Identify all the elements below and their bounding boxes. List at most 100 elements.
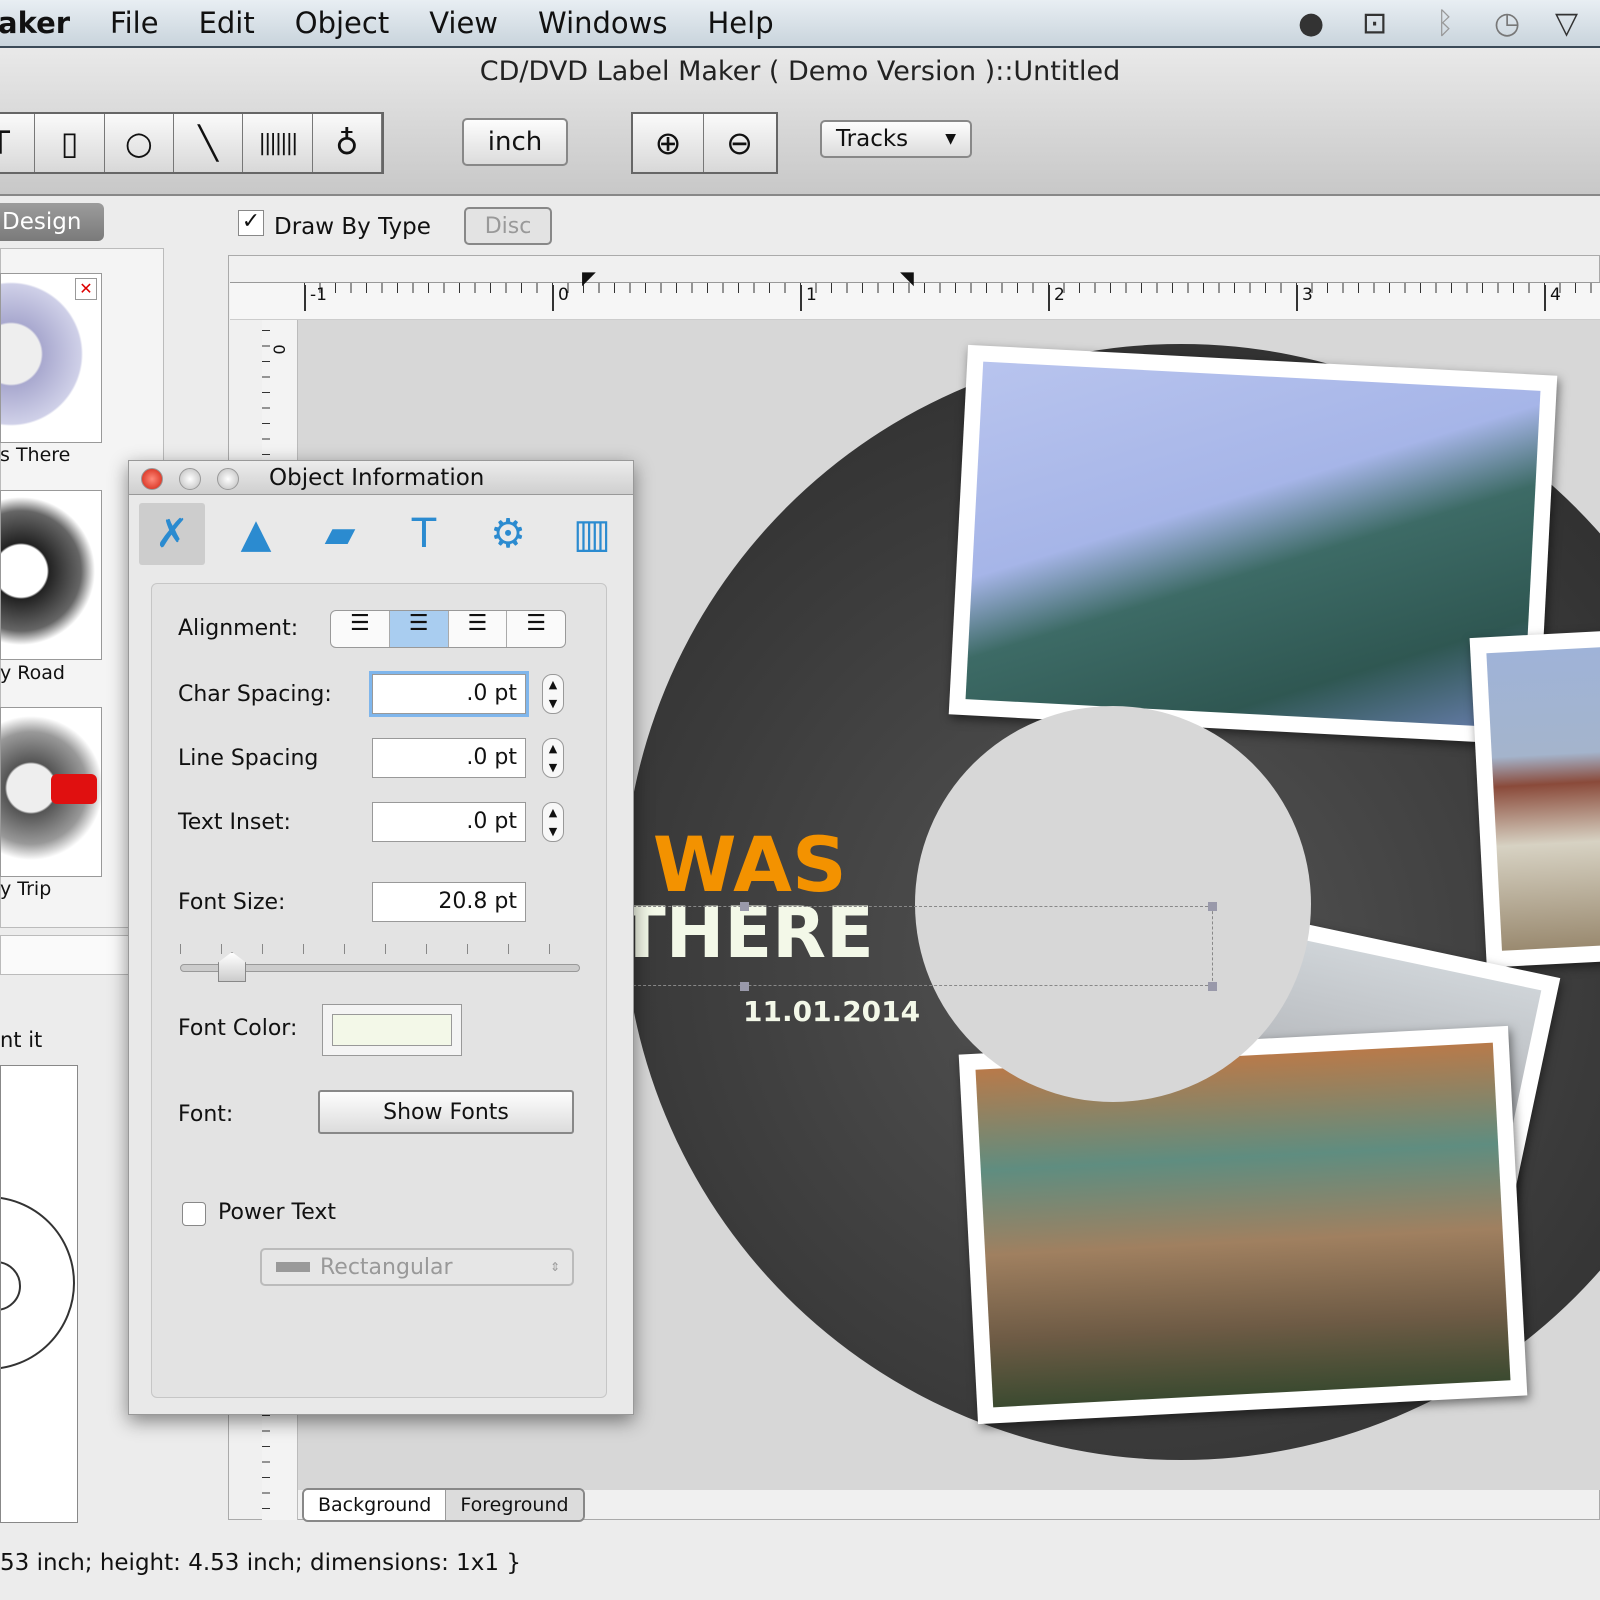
power-text-label: Power Text [218, 1200, 337, 1225]
facetime-camera-icon[interactable]: ⊡ [1362, 6, 1387, 41]
object-information-panel: Object Information ✗ ▲ ▰ T ⚙ ▥ Alignment… [128, 460, 634, 1415]
font-size-label: Font Size: [178, 890, 286, 915]
menu-file[interactable]: File [110, 6, 159, 40]
line-spacing-label: Line Spacing [178, 746, 319, 771]
text-inset-input[interactable]: .0 pt [372, 802, 526, 842]
menu-edit[interactable]: Edit [199, 6, 255, 40]
rectangle-tool-icon[interactable]: ▯ [35, 114, 105, 172]
unit-button[interactable]: inch [462, 118, 568, 166]
line-tool-icon[interactable]: ╲ [174, 114, 244, 172]
ruler-label: -1 [304, 285, 327, 311]
label-line1[interactable]: I WAS [598, 827, 847, 903]
menu-bar: aker File Edit Object View Windows Help [0, 0, 1600, 48]
tab-background[interactable]: Background [304, 1490, 446, 1520]
ruler-label: 2 [1048, 285, 1065, 311]
template-badge [51, 774, 97, 804]
panel-titlebar[interactable]: Object Information [129, 461, 633, 495]
window-title: CD/DVD Label Maker ( Demo Version )::Unt… [479, 56, 1121, 87]
bluetooth-icon[interactable]: ᛒ [1436, 6, 1454, 41]
text-tool-icon[interactable]: T [0, 114, 36, 172]
disc-preview [0, 1065, 78, 1523]
draw-by-type-label: Draw By Type [274, 214, 431, 240]
menu-app[interactable]: aker [0, 6, 70, 40]
status-bar: 53 inch; height: 4.53 inch; dimensions: … [0, 1550, 521, 1576]
chevron-down-icon: ▼ [945, 131, 956, 147]
font-size-input[interactable]: 20.8 pt [372, 882, 526, 922]
shape-preview-icon [276, 1262, 310, 1272]
align-center-icon[interactable]: ☰ [389, 611, 449, 647]
font-color-well[interactable] [322, 1004, 462, 1056]
margin-marker-left[interactable]: ◤ [582, 268, 596, 289]
line-spacing-stepper[interactable]: ▲ ▼ [542, 738, 564, 778]
properties-box: Alignment: ☰ ☰ ☰ ☰ Char Spacing: .0 pt ▲… [151, 583, 607, 1398]
menu-help[interactable]: Help [707, 6, 773, 40]
line-spacing-input[interactable]: .0 pt [372, 738, 526, 778]
draw-by-type-checkbox[interactable]: ✓ [238, 210, 264, 236]
char-spacing-stepper[interactable]: ▲ ▼ [542, 674, 564, 714]
text-properties-icon[interactable]: ✗ [139, 503, 205, 565]
show-fonts-button[interactable]: Show Fonts [318, 1090, 574, 1134]
template-label: y Road [0, 662, 65, 684]
qq-penguin-icon[interactable]: ● [1298, 6, 1324, 41]
menu-view[interactable]: View [429, 6, 498, 40]
close-icon[interactable]: ✕ [75, 278, 97, 300]
template-thumbnail[interactable]: ✕ [0, 273, 102, 443]
time-machine-icon[interactable]: ◷ [1494, 6, 1520, 41]
resize-handle[interactable] [1208, 902, 1217, 911]
font-size-slider-thumb[interactable] [218, 952, 246, 982]
chevron-updown-icon: ⇕ [549, 1260, 560, 1274]
font-color-swatch [332, 1014, 452, 1046]
disc-button[interactable]: Disc [464, 207, 552, 245]
align-justify-icon[interactable]: ☰ [507, 611, 565, 647]
drawing-tools: T ▯ ○ ╲ ||||||| ♁ [0, 112, 384, 174]
label-date[interactable]: 11.01.2014 [743, 995, 920, 1028]
tracks-label: Tracks [836, 126, 909, 152]
image-tool-icon[interactable]: ♁ [313, 114, 382, 172]
resize-handle[interactable] [740, 982, 749, 991]
tab-design[interactable]: Design [0, 203, 104, 241]
photo-parliament[interactable] [1469, 622, 1600, 968]
zoom-out-icon[interactable]: ⊖ [704, 114, 775, 172]
template-thumbnail[interactable] [0, 490, 102, 660]
text-inset-stepper[interactable]: ▲ ▼ [542, 802, 564, 842]
disc-hole [915, 706, 1311, 1102]
menu-windows[interactable]: Windows [538, 6, 667, 40]
alignment-label: Alignment: [178, 616, 299, 641]
shape-properties-icon[interactable]: ▲ [223, 503, 289, 565]
tab-foreground[interactable]: Foreground [445, 1490, 583, 1520]
minimize-button[interactable] [179, 468, 201, 490]
ruler-label: 0 [552, 285, 569, 311]
wifi-icon[interactable]: ▽ [1555, 6, 1578, 41]
align-right-icon[interactable]: ☰ [449, 611, 508, 647]
image-properties-icon[interactable]: ▰ [307, 503, 373, 565]
resize-handle[interactable] [740, 902, 749, 911]
char-spacing-input[interactable]: .0 pt [372, 674, 526, 714]
photo-statue[interactable] [948, 344, 1558, 746]
menu-object[interactable]: Object [295, 6, 389, 40]
template-thumbnail[interactable] [0, 707, 102, 877]
tracks-dropdown[interactable]: Tracks ▼ [820, 120, 972, 158]
slider-ticks [180, 944, 580, 954]
zoom-in-icon[interactable]: ⊕ [633, 114, 704, 172]
close-button[interactable] [141, 468, 163, 490]
text-inset-label: Text Inset: [178, 810, 291, 835]
template-label: s There [0, 444, 71, 466]
resize-handle[interactable] [1208, 982, 1217, 991]
power-text-checkbox[interactable] [182, 1202, 206, 1226]
ruler-label: 3 [1296, 285, 1313, 311]
align-left-icon[interactable]: ☰ [331, 611, 390, 647]
barcode-tool-icon[interactable]: ||||||| [243, 114, 313, 172]
horizontal-ruler[interactable]: -1 0 1 2 3 4 [230, 282, 1600, 320]
ruler-label: 1 [800, 285, 817, 311]
ellipse-tool-icon[interactable]: ○ [105, 114, 174, 172]
arrange-properties-icon[interactable]: ⚙ [475, 503, 541, 565]
ruler-label: 4 [1544, 285, 1561, 311]
zoom-button[interactable] [217, 468, 239, 490]
margin-marker-right[interactable]: ◥ [900, 268, 914, 289]
selection-box[interactable] [618, 906, 1213, 986]
section-label: nt it [0, 1028, 43, 1052]
template-label: y Trip [0, 878, 52, 900]
text-tool-properties-icon[interactable]: T [391, 503, 457, 565]
shape-select[interactable]: Rectangular ⇕ [260, 1248, 574, 1286]
barcode-properties-icon[interactable]: ▥ [559, 503, 625, 565]
